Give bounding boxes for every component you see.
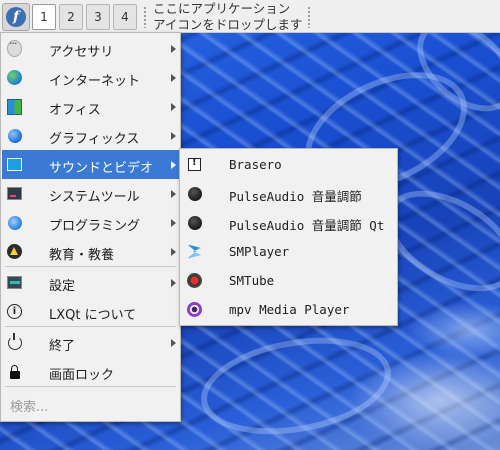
sound-video-submenu: Brasero PulseAudio 音量調節 PulseAudio 音量調節 …	[179, 148, 398, 326]
accessories-icon	[7, 37, 22, 57]
submenu-item-label: SMTube	[229, 273, 275, 288]
chevron-right-icon	[171, 45, 176, 53]
chevron-right-icon	[171, 219, 176, 227]
menu-item-office[interactable]: オフィス	[2, 92, 179, 121]
quicklaunch-drop-area[interactable]: ここにアプリケーション アイコンをドロップします	[153, 1, 302, 33]
menu-item-about-lxqt[interactable]: i LXQt について	[2, 297, 179, 326]
submenu-item-label: PulseAudio 音量調節 Qt	[229, 218, 385, 233]
menu-item-label: 設定	[49, 279, 76, 294]
brasero-icon	[187, 157, 202, 172]
menu-item-label: システムツール	[49, 190, 140, 205]
menu-item-education[interactable]: 教育・教養	[2, 237, 179, 266]
settings-icon	[7, 275, 22, 290]
menu-separator	[5, 326, 176, 327]
lock-icon	[7, 364, 22, 379]
menu-separator	[5, 266, 176, 267]
menu-item-graphics[interactable]: グラフィックス	[2, 121, 179, 150]
submenu-item-pulseaudio[interactable]: PulseAudio 音量調節	[181, 179, 396, 208]
menu-item-settings[interactable]: 設定	[2, 268, 179, 297]
search-placeholder: 検索...	[10, 400, 49, 415]
menu-item-sound-video[interactable]: サウンドとビデオ	[2, 150, 179, 179]
smtube-icon	[187, 273, 202, 288]
menu-item-label: オフィス	[49, 103, 101, 118]
submenu-item-brasero[interactable]: Brasero	[181, 150, 396, 179]
education-icon	[7, 244, 22, 259]
menu-item-leave[interactable]: 終了	[2, 328, 179, 357]
submenu-item-label: PulseAudio 音量調節	[229, 189, 362, 204]
menu-item-label: LXQt について	[49, 308, 137, 323]
menu-item-lock-screen[interactable]: 画面ロック	[2, 357, 179, 386]
office-icon	[7, 98, 22, 115]
menu-item-label: 画面ロック	[49, 368, 115, 383]
programming-icon	[7, 215, 22, 230]
submenu-item-pulseaudio-qt[interactable]: PulseAudio 音量調節 Qt	[181, 208, 396, 237]
panel-grip-icon[interactable]	[307, 6, 311, 28]
chevron-right-icon	[171, 74, 176, 82]
chevron-right-icon	[171, 132, 176, 140]
top-panel: f 1 2 3 4 ここにアプリケーション アイコンをドロップします	[0, 0, 500, 33]
menu-item-internet[interactable]: インターネット	[2, 63, 179, 92]
menu-item-label: インターネット	[49, 74, 141, 89]
desktop-switch-1[interactable]: 1	[32, 4, 56, 30]
submenu-item-smplayer[interactable]: SMPlayer	[181, 237, 396, 266]
menu-separator	[5, 386, 176, 387]
desktop-switch-3[interactable]: 3	[86, 4, 110, 30]
menu-search-input[interactable]: 検索...	[2, 389, 179, 419]
power-icon	[7, 332, 22, 350]
submenu-item-mpv[interactable]: mpv Media Player	[181, 295, 396, 324]
menu-item-label: グラフィックス	[49, 132, 140, 147]
fedora-logo-icon: f	[6, 7, 26, 27]
quicklaunch-hint-line2: アイコンをドロップします	[153, 17, 303, 32]
desktop-switch-4[interactable]: 4	[113, 4, 137, 30]
submenu-item-label: SMPlayer	[229, 244, 290, 259]
pulseaudio-qt-icon	[187, 215, 202, 230]
chevron-right-icon	[171, 339, 176, 347]
chevron-right-icon	[171, 248, 176, 256]
menu-item-label: 教育・教養	[49, 248, 115, 263]
submenu-item-label: mpv Media Player	[229, 302, 350, 317]
main-application-menu: アクセサリ インターネット オフィス グラフィックス サウンドとビデオ システム…	[0, 32, 181, 422]
menu-item-accessories[interactable]: アクセサリ	[2, 34, 179, 63]
menu-item-label: プログラミング	[49, 219, 141, 234]
desktop-switch-2[interactable]: 2	[59, 4, 83, 30]
chevron-right-icon	[171, 103, 176, 111]
mpv-icon	[187, 302, 202, 317]
smplayer-icon	[187, 244, 202, 259]
system-tools-icon	[7, 186, 22, 201]
chevron-right-icon	[171, 161, 176, 169]
menu-item-label: アクセサリ	[49, 45, 114, 60]
menu-item-label: サウンドとビデオ	[49, 161, 154, 176]
chevron-right-icon	[171, 190, 176, 198]
pulseaudio-icon	[187, 186, 202, 201]
menu-item-system-tools[interactable]: システムツール	[2, 179, 179, 208]
info-icon: i	[7, 304, 22, 319]
graphics-icon	[7, 128, 22, 143]
submenu-item-label: Brasero	[229, 157, 282, 172]
menu-item-label: 終了	[49, 339, 76, 354]
chevron-right-icon	[171, 279, 176, 287]
menu-item-programming[interactable]: プログラミング	[2, 208, 179, 237]
submenu-item-smtube[interactable]: SMTube	[181, 266, 396, 295]
quicklaunch-hint-line1: ここにアプリケーション	[153, 1, 291, 16]
application-menu-button[interactable]: f	[2, 3, 30, 31]
internet-globe-icon	[7, 70, 22, 85]
panel-grip-icon[interactable]	[143, 6, 147, 28]
sound-video-icon	[7, 157, 22, 172]
